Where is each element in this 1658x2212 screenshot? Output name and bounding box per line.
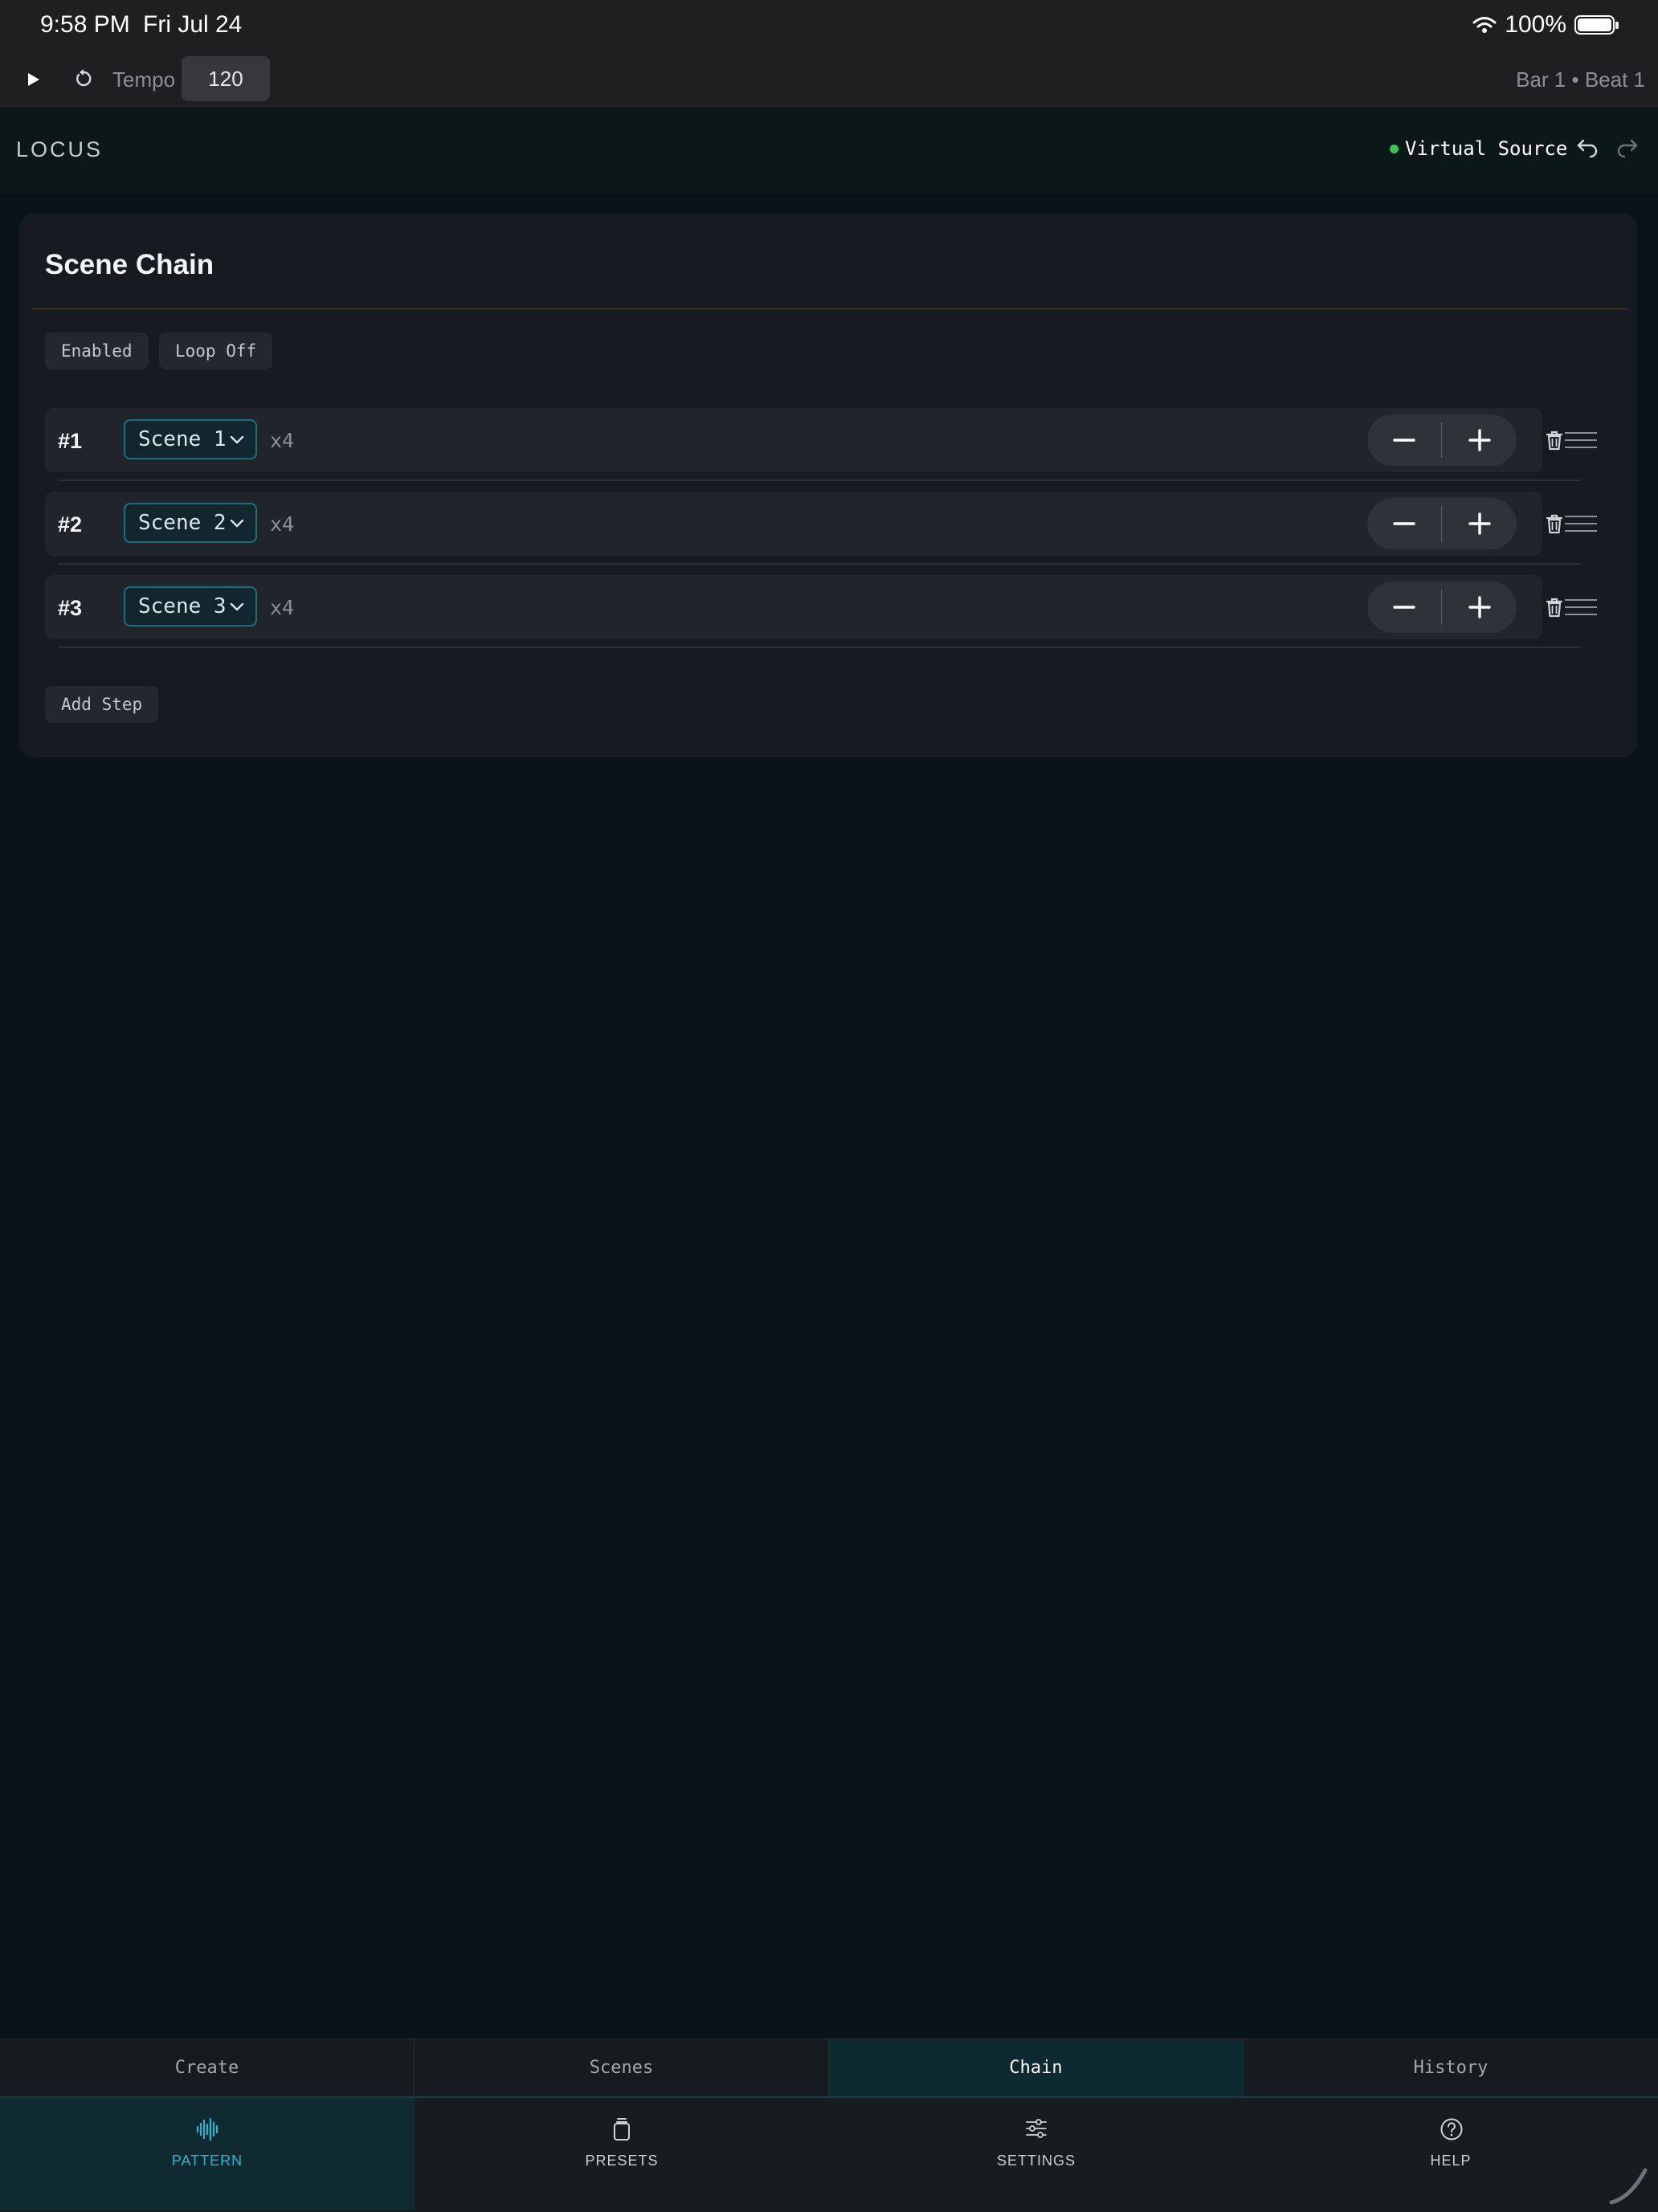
minus-icon[interactable] [1367,498,1441,549]
drag-handle-icon[interactable] [1563,514,1599,533]
nav-label: PRESETS [585,2153,659,2169]
sliders-icon [1026,2119,1047,2138]
minus-icon[interactable] [1367,582,1441,633]
chain-step-row: #1 Scene 1 x4 [45,408,1542,472]
transport-bar: Tempo 120 Bar 1 • Beat 1 [0,51,1658,107]
repeat-stepper [1367,498,1517,549]
play-icon[interactable] [21,67,45,92]
status-bar: 9:58 PM Fri Jul 24 100% [0,0,1658,51]
panel-divider [32,308,1627,309]
chain-step-row: #3 Scene 3 x4 [45,575,1542,639]
section-tabs: Create Scenes Chain History [0,2039,1658,2097]
scene-select-value: Scene 2 [138,511,227,535]
chain-step-row: #2 Scene 2 x4 [45,492,1542,556]
step-number: #1 [58,429,83,453]
plus-icon[interactable] [1443,414,1517,466]
chevron-down-icon [230,435,244,444]
repeat-stepper [1367,582,1517,633]
scene-select[interactable]: Scene 2 [124,503,257,543]
tab-scenes[interactable]: Scenes [414,2039,829,2097]
nav-label: PATTERN [171,2153,243,2169]
tempo-label: Tempo [112,67,176,92]
trash-icon[interactable] [1544,429,1565,451]
source-status-dot [1390,144,1399,153]
repeat-count: x4 [270,596,295,619]
undo-icon[interactable] [1576,137,1600,157]
battery-icon [1574,15,1619,35]
tempo-input[interactable]: 120 [182,56,270,101]
nav-settings[interactable]: SETTINGS [829,2098,1244,2210]
nav-label: SETTINGS [996,2153,1076,2169]
repeat-count: x4 [270,512,295,536]
status-time: 9:58 PM [40,11,130,38]
chevron-down-icon [230,602,244,611]
app-title: LOCUS [16,137,104,161]
repeat-stepper [1367,414,1517,466]
tab-chain[interactable]: Chain [829,2039,1244,2097]
battery-percent: 100% [1505,11,1566,38]
playback-position: Bar 1 • Beat 1 [1516,67,1645,92]
drag-handle-icon[interactable] [1563,431,1599,450]
resize-handle-icon [1609,2168,1648,2205]
row-divider [58,563,1581,565]
scene-select[interactable]: Scene 3 [124,586,257,626]
loop-toggle[interactable]: Loop Off [159,333,273,369]
chevron-down-icon [230,519,244,528]
scene-select-value: Scene 3 [138,594,227,618]
rewind-icon[interactable] [71,66,96,92]
scene-chain-panel: Scene Chain Enabled Loop Off #1 Scene 1 … [19,214,1637,757]
row-divider [58,647,1581,648]
step-number: #2 [58,512,83,537]
question-circle-icon [1440,2118,1463,2141]
scene-select[interactable]: Scene 1 [124,419,257,459]
app-header: LOCUS Virtual Source [0,107,1658,194]
tab-create[interactable]: Create [0,2039,414,2097]
midi-source[interactable]: Virtual Source [1390,137,1567,160]
waveform-icon [196,2117,218,2141]
panel-title: Scene Chain [45,249,214,280]
scene-select-value: Scene 1 [138,427,227,451]
tab-history[interactable]: History [1244,2039,1658,2097]
plus-icon[interactable] [1443,498,1517,549]
trash-icon[interactable] [1544,512,1565,535]
enabled-toggle[interactable]: Enabled [45,333,149,369]
nav-pattern[interactable]: PATTERN [0,2098,414,2210]
repeat-count: x4 [270,429,295,452]
jar-icon [614,2118,630,2141]
step-number: #3 [58,596,83,620]
nav-help[interactable]: HELP [1244,2098,1658,2210]
add-step-button[interactable]: Add Step [45,686,159,723]
minus-icon[interactable] [1367,414,1441,466]
redo-icon[interactable] [1615,137,1639,157]
status-date: Fri Jul 24 [143,11,243,38]
trash-icon[interactable] [1544,596,1565,618]
bottom-nav: PATTERN PRESETS SETTINGS HELP [0,2096,1658,2212]
nav-presets[interactable]: PRESETS [414,2098,829,2210]
plus-icon[interactable] [1443,582,1517,633]
nav-label: HELP [1430,2153,1472,2169]
source-name: Virtual Source [1405,137,1568,160]
status-right: 100% [1472,11,1619,39]
wifi-icon [1472,17,1497,33]
drag-handle-icon[interactable] [1563,598,1599,617]
row-divider [58,480,1581,481]
